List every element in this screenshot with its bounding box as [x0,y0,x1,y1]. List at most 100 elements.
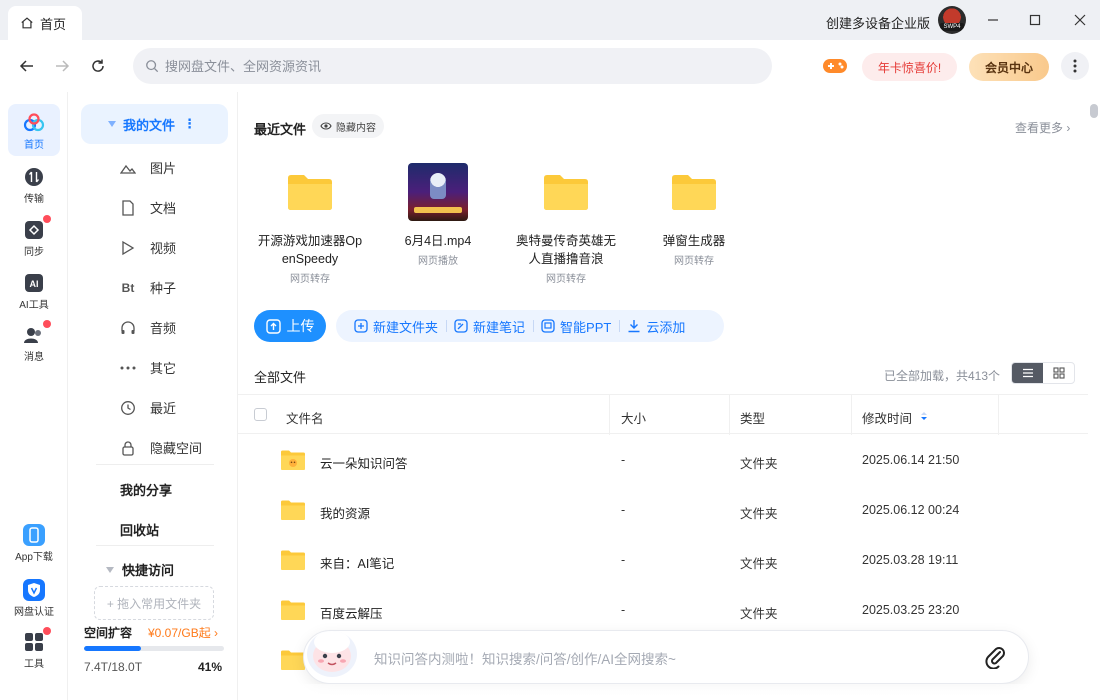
title-bar: 首页 创建多设备企业版 SWP4 [0,0,1100,40]
assistant-mascot-icon[interactable] [303,624,361,684]
search-input[interactable] [165,58,725,74]
recent-card-source: 网页转存 [546,274,586,285]
refresh-button[interactable] [88,56,108,76]
scrollbar-thumb[interactable] [1090,104,1098,118]
rail-item-ai-tools[interactable]: AI AI工具 [8,270,60,311]
search-box[interactable] [133,48,772,84]
message-icon [24,328,41,343]
minimize-button[interactable] [983,10,1003,30]
table-row[interactable]: 我的资源 - 文件夹 2025.06.12 00:24 [238,486,1088,536]
notification-dot [43,320,51,328]
rail-item-verify[interactable]: 网盘认证 [8,577,60,618]
table-row[interactable]: 百度云解压 - 文件夹 2025.03.25 23:20 [238,586,1088,636]
shield-icon [23,579,45,601]
cloud-add-button[interactable]: 云添加 [619,317,693,336]
sidebar-item-other[interactable]: 其它 [120,358,176,377]
ai-assistant-prompt[interactable]: 知识问答内测啦！知识搜索/问答/创作/AI全网搜索~ [374,648,676,668]
file-name: 百度云解压 [320,607,383,621]
enterprise-link[interactable]: 创建多设备企业版 [826,13,930,32]
sidebar-item-videos[interactable]: 视频 [120,238,176,257]
more-vertical-icon [1073,59,1077,73]
sidebar-item-documents[interactable]: 文档 [120,198,176,217]
column-header-type[interactable]: 类型 [740,408,765,427]
file-type: 文件夹 [740,457,778,471]
recent-card[interactable]: 开源游戏加速器OpenSpeedy 网页转存 [256,162,364,285]
space-upgrade-title[interactable]: 空间扩容 [84,624,132,641]
quick-access-drop-zone[interactable]: + 拖入常用文件夹 [94,586,214,620]
sidebar-item-recent[interactable]: 最近 [120,398,176,417]
rail-label: 工具 [24,659,44,670]
rail-item-messages[interactable]: 消息 [8,320,60,363]
home-icon [21,17,33,29]
recent-card[interactable]: 6月4日.mp4 网页播放 [384,162,492,267]
forward-button[interactable] [52,56,72,76]
sidebar-item-my-share[interactable]: 我的分享 [120,480,172,499]
file-type: 文件夹 [740,507,778,521]
space-price-label: ¥0.07/GB起 [148,626,211,640]
column-header-size[interactable]: 大小 [621,408,646,427]
smart-ppt-button[interactable]: 智能PPT [533,317,619,336]
recent-card[interactable]: 弹窗生成器 网页转存 [640,162,748,267]
column-separator [998,395,999,435]
sidebar-item-images[interactable]: 图片 [120,158,176,177]
avatar[interactable]: SWP4 [938,6,966,34]
all-files-title: 全部文件 [254,370,307,385]
grid-view-button[interactable] [1043,363,1074,383]
recent-card-source: 网页播放 [418,256,458,267]
game-controller-icon[interactable] [822,56,848,76]
new-folder-icon [354,319,368,333]
sidebar-item-my-files[interactable]: 我的文件 ⋮ [81,104,228,144]
new-note-button[interactable]: 新建笔记 [446,317,533,336]
more-button[interactable] [1061,52,1089,80]
list-fade-overlay [238,684,1088,700]
rail-item-app-download[interactable]: App下载 [8,522,60,563]
rail-item-transfer[interactable]: 传输 [8,164,60,205]
rail-label: 同步 [24,247,44,258]
special-folder-icon [281,450,305,470]
sidebar-item-label: 我的文件 [123,117,176,133]
sidebar-item-recycle-bin[interactable]: 回收站 [120,520,159,539]
sidebar-item-label: 隐藏空间 [150,441,203,456]
new-folder-button[interactable]: 新建文件夹 [346,317,446,336]
list-view-button[interactable] [1012,363,1043,383]
upload-button[interactable]: 上传 [254,310,326,342]
promo-button[interactable]: 年卡惊喜价! [862,53,957,81]
phone-icon [23,524,45,546]
column-header-modified[interactable]: 修改时间 [862,408,912,427]
see-more-link[interactable]: 查看更多 › [1015,119,1070,136]
recent-card[interactable]: 奥特曼传奇英雄无人直播撸音浪 网页转存 [512,162,620,285]
rail-item-sync[interactable]: 同步 [8,215,60,258]
tab-home[interactable]: 首页 [8,6,82,40]
sidebar-item-torrents[interactable]: Bt 种子 [120,278,176,297]
close-button[interactable] [1070,10,1090,30]
attachment-icon[interactable] [984,643,1006,669]
ai-icon: AI [25,274,43,292]
sidebar-quick-access[interactable]: 快捷访问 [106,560,174,579]
rail-item-home[interactable]: 首页 [8,104,60,156]
sidebar-item-audio[interactable]: 音频 [120,318,176,337]
space-upgrade-price[interactable]: ¥0.07/GB起 › [148,624,218,641]
nav-bar: 年卡惊喜价! 会员中心 [0,40,1100,92]
rail-label: App下载 [15,552,53,563]
rail-item-tools[interactable]: 工具 [8,627,60,670]
recent-card-name: 奥特曼传奇英雄无人直播撸音浪 [515,234,616,266]
vip-center-button[interactable]: 会员中心 [969,53,1049,81]
column-separator [729,395,730,435]
table-row[interactable]: 云一朵知识问答 - 文件夹 2025.06.14 21:50 [238,436,1088,486]
sidebar-item-label: 快捷访问 [122,563,175,578]
sort-icon[interactable] [920,411,928,421]
arrow-right-icon [56,60,70,72]
back-button[interactable] [17,56,37,76]
more-vertical-icon[interactable]: ⋮ [183,116,196,132]
hide-content-button[interactable]: 隐藏内容 [312,114,384,138]
lock-icon [122,440,134,456]
column-separator [609,395,610,435]
column-header-name[interactable]: 文件名 [286,408,324,427]
table-header: 文件名 大小 类型 修改时间 [238,394,1088,435]
table-row[interactable]: 来自：AI笔记 - 文件夹 2025.03.28 19:11 [238,536,1088,586]
sidebar-item-hidden-space[interactable]: 隐藏空间 [120,438,202,457]
file-type: 文件夹 [740,607,778,621]
scrollbar[interactable] [1088,92,1100,700]
maximize-button[interactable] [1025,10,1045,30]
select-all-checkbox[interactable] [254,408,267,421]
